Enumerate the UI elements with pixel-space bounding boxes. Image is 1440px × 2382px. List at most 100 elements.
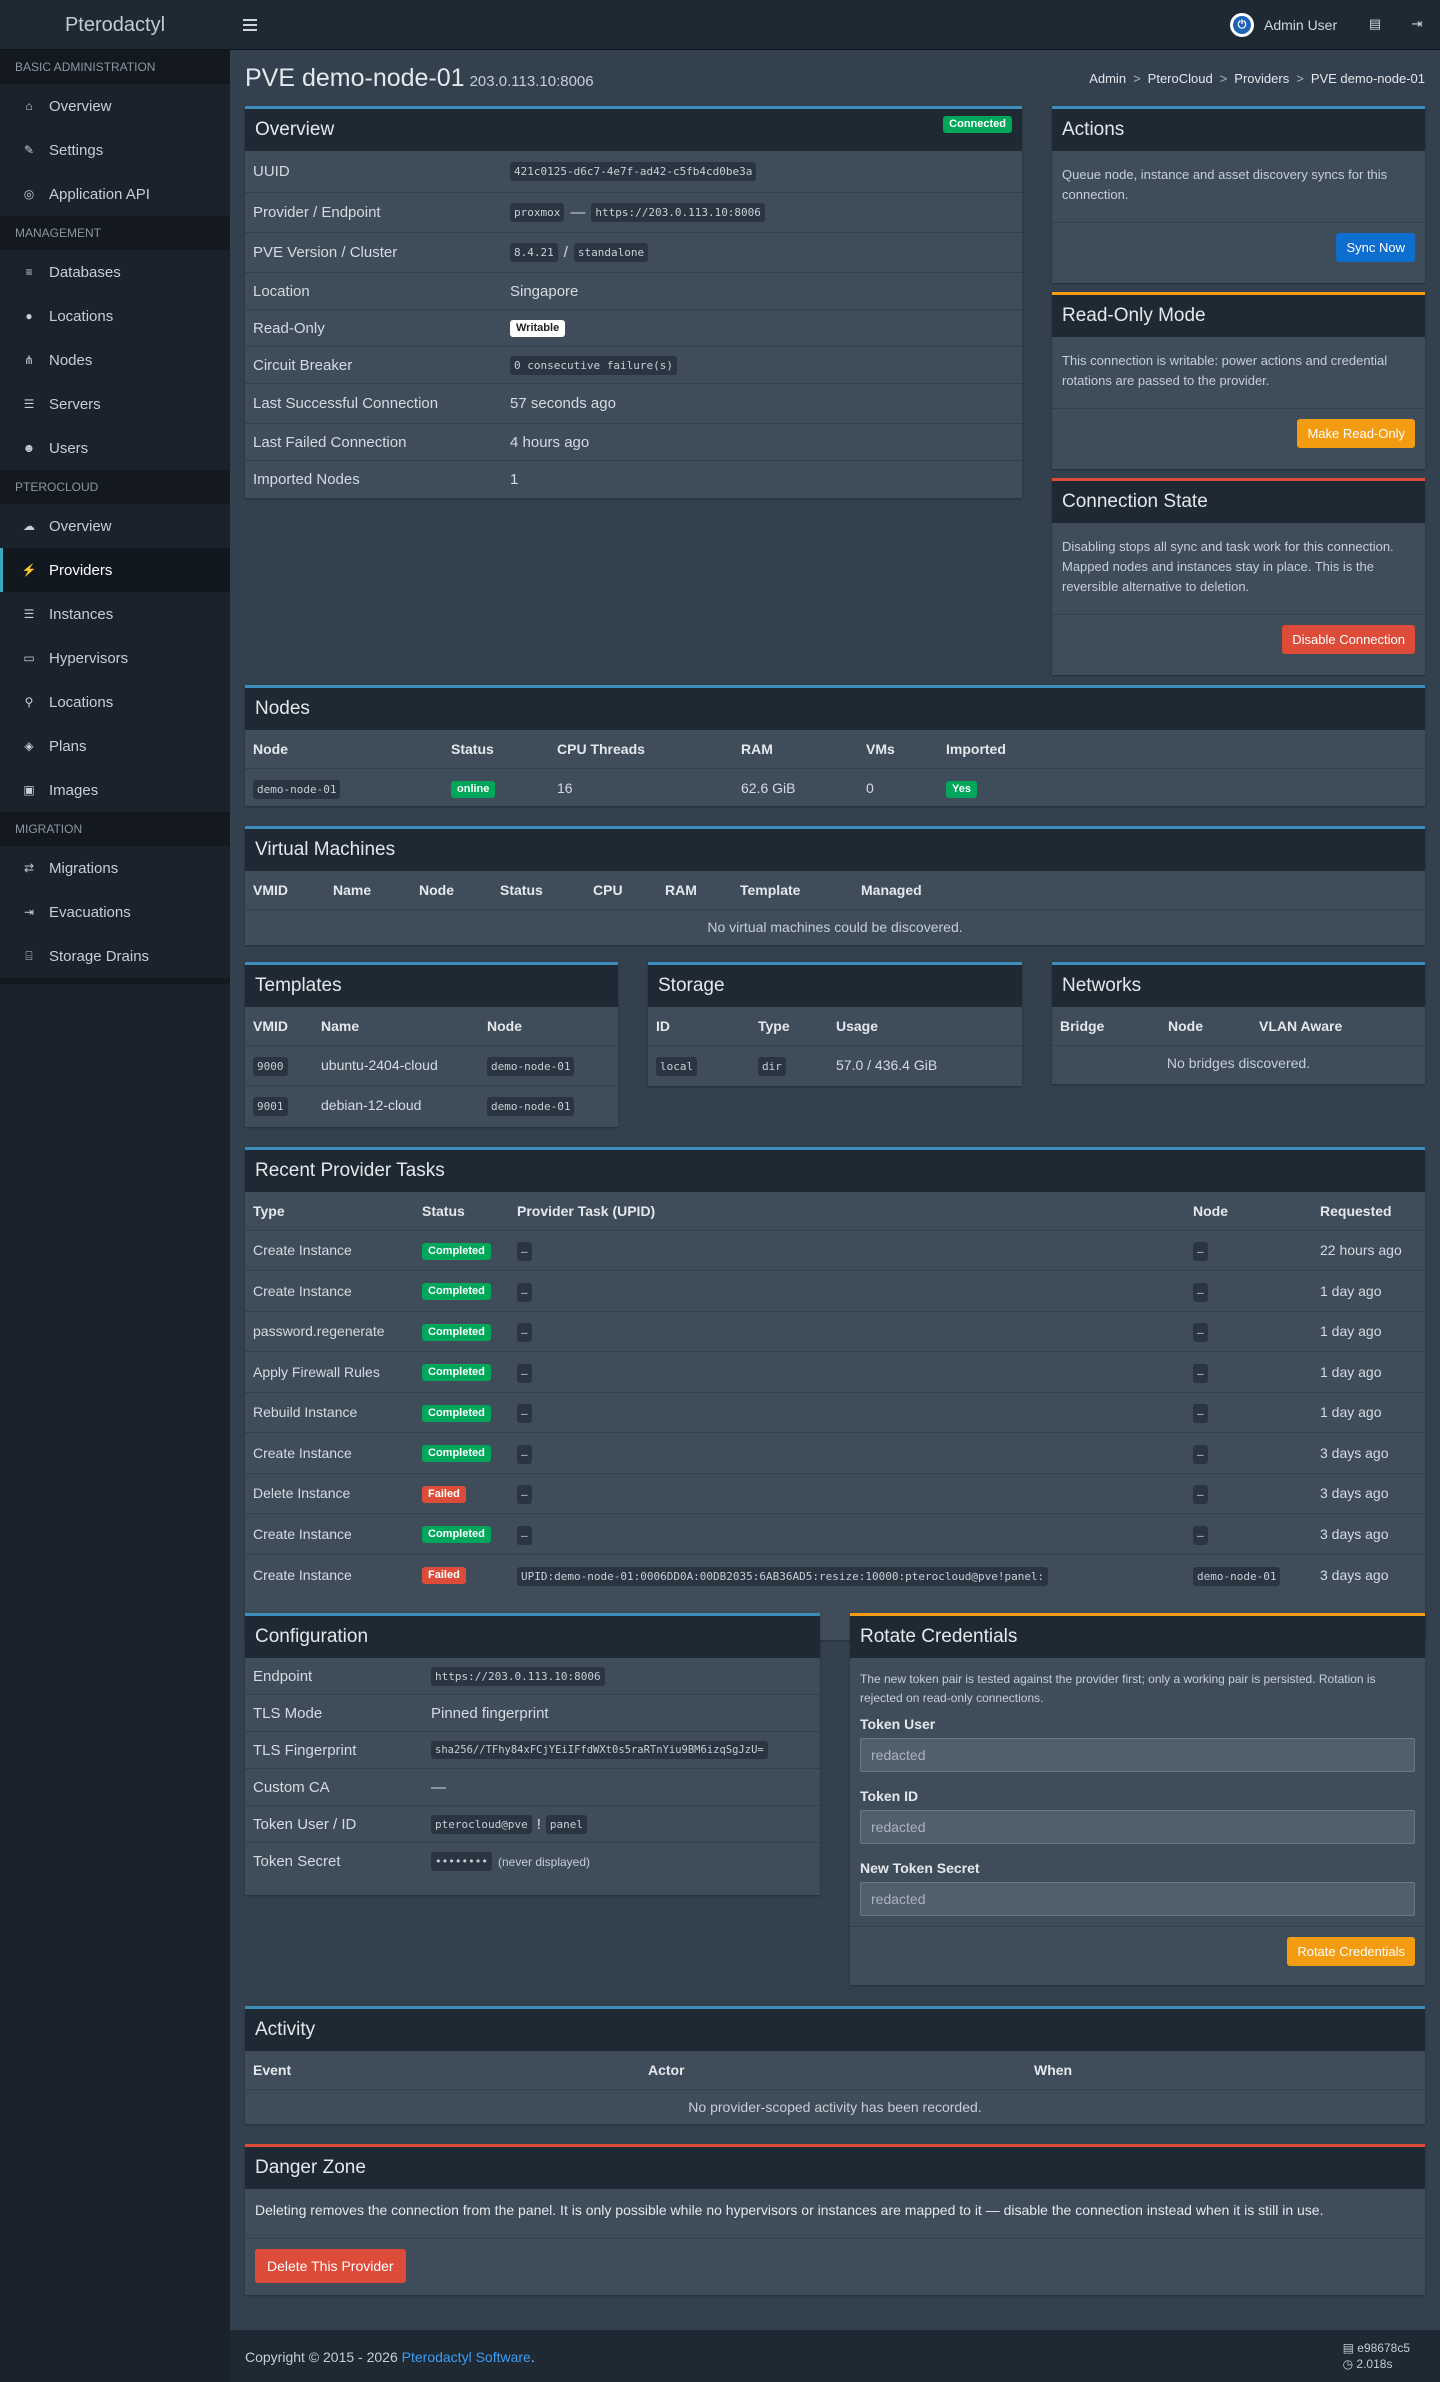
upid-value: – (517, 1525, 532, 1545)
box-title: Recent Provider Tasks (255, 1160, 445, 1181)
table-cell: Completed (414, 1392, 509, 1433)
column-header: Name (313, 1007, 479, 1046)
table-cell: 3 days ago (1320, 1566, 1389, 1583)
plug-icon: ⚡ (21, 563, 37, 577)
page-title: PVE demo-node-01 (245, 64, 465, 92)
table-cell: dir (750, 1045, 828, 1085)
table-cell: Rebuild Instance (245, 1392, 414, 1433)
table-cell: ubuntu-2404-cloud (313, 1045, 479, 1086)
database-icon: ≡ (25, 265, 33, 279)
table-cell: 1 day ago (1312, 1392, 1425, 1433)
table-cell: 3 days ago (1312, 1473, 1425, 1514)
sidebar-item-databases[interactable]: ≡ Databases (0, 250, 230, 294)
upid-value: – (517, 1444, 532, 1464)
sidebar-item-label: Servers (49, 395, 101, 413)
sidebar-item-servers[interactable]: ☰ Servers (0, 382, 230, 426)
breadcrumb-admin[interactable]: Admin (1089, 71, 1126, 86)
sidebar-item-overview[interactable]: ⌂ Overview (0, 84, 230, 128)
token-secret-input[interactable]: redacted (860, 1882, 1415, 1916)
sidebar-item-cloud-overview[interactable]: ☁ Overview (0, 504, 230, 548)
nodes-box: Nodes Node Status CPU Threads RAM VMs Im… (245, 685, 1425, 809)
user-name: Admin User (1264, 17, 1338, 33)
column-header: Bridge (1052, 1007, 1160, 1046)
table-row: Create Instance Failed UPID:demo-node-01:0… (245, 1554, 1425, 1595)
sidebar-header-migration: MIGRATION (0, 812, 230, 846)
top-navbar: Pterodactyl ⏻ Admin User ▤ ⇥ (0, 0, 1440, 50)
token-user-input[interactable]: redacted (860, 1738, 1415, 1772)
rotate-credentials-button[interactable]: Rotate Credentials (1287, 1937, 1415, 1966)
table-cell: Completed (414, 1432, 509, 1474)
uuid-value: 421c0125-d6c7-4e7f-ad42-c5fb4cd0be3a (510, 162, 757, 181)
table-cell: 57.0 / 436.4 GiB (836, 1057, 938, 1074)
node-name[interactable]: demo-node-01 (253, 780, 341, 799)
box-header: Networks (1052, 965, 1425, 1007)
nodes-table: Node Status CPU Threads RAM VMs Imported… (245, 730, 1425, 809)
sidebar-item-migrations[interactable]: ⇄ Migrations (0, 846, 230, 890)
exchange-icon: ⇄ (23, 861, 35, 875)
table-cell: Create Instance (253, 1566, 352, 1583)
box-footer: Delete This Provider (245, 2239, 1425, 2293)
disable-connection-button[interactable]: Disable Connection (1282, 625, 1415, 654)
table-cell: Create Instance (245, 1230, 414, 1271)
sidebar-item-users[interactable]: ☻ Users (0, 426, 230, 470)
make-read-only-button[interactable]: Make Read-Only (1297, 419, 1415, 448)
node-value: – (1193, 1485, 1208, 1505)
custom-ca-value: — (431, 1778, 446, 1796)
sign-out-icon[interactable]: ⇥ (1408, 15, 1426, 33)
kv-label: Custom CA (253, 1778, 330, 1796)
server-list-icon[interactable]: ▤ (1366, 15, 1384, 33)
table-header-row: Bridge Node VLAN Aware (1052, 1007, 1425, 1046)
sidebar-item-nodes[interactable]: ⋔ Nodes (0, 338, 230, 382)
templates-table: VMID Name Node 9000 ubuntu-2404-cloud de… (245, 1007, 618, 1125)
box-header: Read-Only Mode (1052, 295, 1425, 337)
connection-state-text: Disabling stops all sync and task work f… (1052, 523, 1425, 615)
sidebar-item-providers[interactable]: ⚡ Providers (0, 548, 230, 592)
brand-logo[interactable]: Pterodactyl (0, 0, 230, 50)
vmid-value: 9000 (253, 1057, 288, 1076)
sidebar-item-instances[interactable]: ☰ Instances (0, 592, 230, 636)
table-header-row: ID Type Usage (648, 1007, 1022, 1046)
table-cell: Delete Instance (245, 1473, 414, 1514)
column-header: Imported (938, 730, 1425, 769)
user-menu[interactable]: ⏻ Admin User (1230, 13, 1337, 37)
endpoint-value: https://203.0.113.10:8006 (431, 1666, 605, 1686)
sidebar-item-evacuations[interactable]: ⇥ Evacuations (0, 890, 230, 934)
kv-label: Imported Nodes (253, 471, 360, 488)
list-icon: ☰ (23, 607, 35, 621)
cube-icon: ◈ (24, 739, 34, 753)
delete-provider-button[interactable]: Delete This Provider (255, 2249, 406, 2283)
sidebar-item-storage-drains[interactable]: ⌸ Storage Drains (0, 934, 230, 978)
column-header: Node (411, 871, 492, 910)
status-badge: Failed (422, 1485, 466, 1503)
table-row: Delete Instance Failed – – 3 days ago (245, 1473, 1425, 1514)
sidebar-item-label: Users (49, 439, 89, 457)
table-cell: 22 hours ago (1312, 1230, 1425, 1271)
sidebar-item-cloud-locations[interactable]: ⚲ Locations (0, 680, 230, 724)
box-footer: Sync Now (1052, 223, 1425, 272)
token-id-input[interactable]: redacted (860, 1810, 1415, 1844)
sidebar-toggle-icon[interactable] (243, 16, 257, 34)
upid-value: – (517, 1323, 532, 1343)
kv-label: Read-Only (253, 319, 325, 337)
readonly-mode-box: Read-Only Mode This connection is writab… (1052, 292, 1425, 469)
sidebar-item-settings[interactable]: ✎ Settings (0, 128, 230, 172)
box-title: Configuration (255, 1626, 369, 1647)
render-time: ◷ 2.018s (1343, 2356, 1410, 2372)
table-cell: 3 days ago (1312, 1432, 1425, 1474)
sync-now-button[interactable]: Sync Now (1336, 233, 1415, 262)
box-header: Danger Zone (245, 2147, 1425, 2189)
kv-readonly: Read-Only Writable (245, 310, 1022, 347)
breadcrumb-pterocloud[interactable]: PteroCloud (1148, 71, 1213, 86)
sidebar-item-hypervisors[interactable]: ▭ Hypervisors (0, 636, 230, 680)
pterodactyl-link[interactable]: Pterodactyl Software (402, 2349, 531, 2365)
breadcrumb-providers[interactable]: Providers (1234, 71, 1289, 86)
table-cell: – (509, 1473, 1185, 1514)
sidebar-item-images[interactable]: ▣ Images (0, 768, 230, 812)
sidebar-item-locations[interactable]: ● Locations (0, 294, 230, 338)
table-cell: – (1185, 1230, 1312, 1271)
sidebar-item-label: Settings (49, 141, 104, 159)
sidebar-item-application-api[interactable]: ◎ Application API (0, 172, 230, 216)
table-cell: demo-node-01 (479, 1045, 618, 1086)
sidebar-item-plans[interactable]: ◈ Plans (0, 724, 230, 768)
sidebar-item-label: Nodes (49, 351, 93, 369)
